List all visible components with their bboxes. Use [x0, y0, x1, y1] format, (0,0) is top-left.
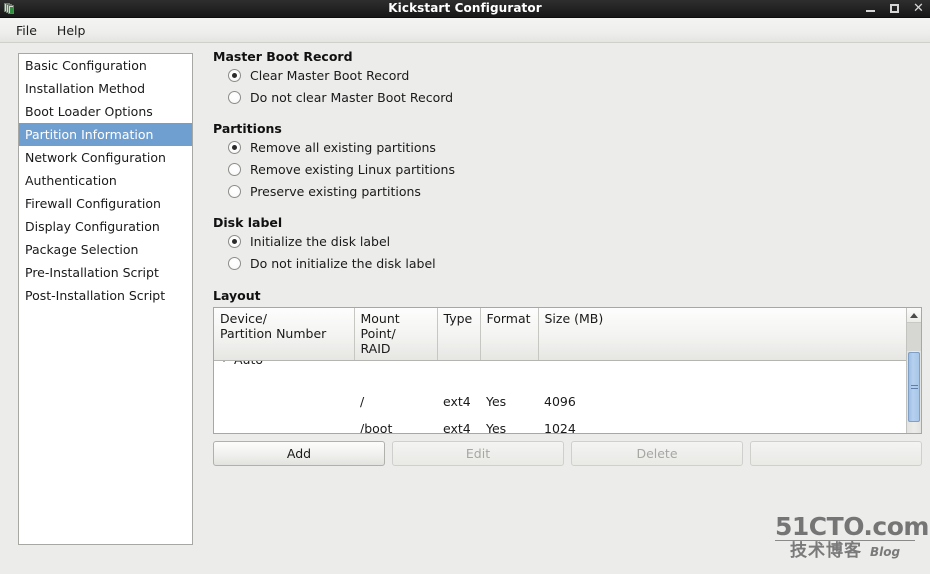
- title-bar: Kickstart Configurator ✕: [0, 0, 930, 18]
- group-row-cell: Auto: [214, 360, 906, 388]
- radio-remove-linux-partitions[interactable]: Remove existing Linux partitions: [213, 158, 922, 180]
- menu-file[interactable]: File: [8, 21, 45, 40]
- minimize-icon[interactable]: [865, 3, 876, 14]
- table-row[interactable]: / ext4 Yes 4096: [214, 388, 906, 415]
- cell-device: [214, 388, 354, 415]
- cell-device: [214, 415, 354, 433]
- sidebar-item-authentication[interactable]: Authentication: [19, 169, 192, 192]
- radio-preserve-partitions[interactable]: Preserve existing partitions: [213, 180, 922, 202]
- cell-mount: /: [354, 388, 437, 415]
- table-row[interactable]: /boot ext4 Yes 1024: [214, 415, 906, 433]
- radio-clear-mbr[interactable]: Clear Master Boot Record: [213, 64, 922, 86]
- window-title: Kickstart Configurator: [388, 1, 542, 15]
- radio-indicator: [228, 234, 241, 248]
- disk-label-section-title: Disk label: [213, 215, 283, 230]
- table-vertical-scrollbar[interactable]: [906, 308, 921, 433]
- partition-information-panel: Master Boot Record Clear Master Boot Rec…: [213, 49, 922, 574]
- group-row-label: Auto: [234, 361, 263, 368]
- mbr-section-title: Master Boot Record: [213, 49, 353, 64]
- cell-type: ext4: [437, 415, 480, 433]
- sidebar-item-post-installation-script[interactable]: Post-Installation Script: [19, 284, 192, 307]
- documents-icon: [2, 1, 18, 16]
- scrollbar-track[interactable]: [907, 323, 921, 351]
- radio-indicator: [228, 68, 241, 82]
- table-group-row-auto[interactable]: Auto: [214, 360, 906, 388]
- edit-button: Edit: [392, 441, 564, 466]
- partition-table: Device/ Partition Number Mount Point/ RA…: [213, 307, 922, 434]
- radio-label: Initialize the disk label: [250, 233, 391, 249]
- window-controls: ✕: [865, 0, 924, 17]
- cell-size: 1024: [538, 415, 906, 433]
- scroll-up-arrow-icon[interactable]: [907, 308, 921, 323]
- close-icon[interactable]: ✕: [913, 2, 924, 15]
- sidebar-item-boot-loader-options[interactable]: Boot Loader Options: [19, 100, 192, 123]
- main-area: Basic Configuration Installation Method …: [0, 43, 930, 574]
- radio-initialize-disk-label[interactable]: Initialize the disk label: [213, 230, 922, 252]
- column-header-format[interactable]: Format: [480, 308, 539, 361]
- sidebar-item-firewall-configuration[interactable]: Firewall Configuration: [19, 192, 192, 215]
- partitions-section-title: Partitions: [213, 121, 282, 136]
- scrollbar-thumb[interactable]: [908, 352, 920, 422]
- cell-format: Yes: [480, 415, 538, 433]
- layout-table-wrapper: Device/ Partition Number Mount Point/ RA…: [213, 307, 922, 466]
- partition-table-viewport: Device/ Partition Number Mount Point/ RA…: [214, 308, 906, 433]
- maximize-icon[interactable]: [889, 3, 900, 14]
- column-header-mount-point[interactable]: Mount Point/ RAID: [354, 308, 438, 361]
- column-header-type[interactable]: Type: [437, 308, 481, 361]
- menu-help[interactable]: Help: [49, 21, 94, 40]
- radio-label: Remove existing Linux partitions: [250, 161, 455, 177]
- grip-icon: [910, 383, 918, 391]
- sidebar-item-package-selection[interactable]: Package Selection: [19, 238, 192, 261]
- cell-mount: /boot: [354, 415, 437, 433]
- add-button[interactable]: Add: [213, 441, 385, 466]
- fourth-button: [750, 441, 922, 466]
- cell-size: 4096: [538, 388, 906, 415]
- radio-do-not-clear-mbr[interactable]: Do not clear Master Boot Record: [213, 86, 922, 108]
- radio-remove-all-partitions[interactable]: Remove all existing partitions: [213, 136, 922, 158]
- sidebar-item-installation-method[interactable]: Installation Method: [19, 77, 192, 100]
- cell-type: ext4: [437, 388, 480, 415]
- sidebar-item-basic-configuration[interactable]: Basic Configuration: [19, 54, 192, 77]
- radio-indicator: [228, 184, 241, 198]
- radio-label: Clear Master Boot Record: [250, 67, 410, 83]
- radio-indicator: [228, 256, 241, 270]
- radio-indicator: [228, 140, 241, 154]
- sidebar-item-display-configuration[interactable]: Display Configuration: [19, 215, 192, 238]
- cell-format: Yes: [480, 388, 538, 415]
- chevron-down-icon[interactable]: [220, 360, 228, 362]
- layout-section-title: Layout: [213, 288, 261, 303]
- delete-button: Delete: [571, 441, 743, 466]
- radio-label: Do not clear Master Boot Record: [250, 89, 454, 105]
- sidebar-item-network-configuration[interactable]: Network Configuration: [19, 146, 192, 169]
- radio-label: Remove all existing partitions: [250, 139, 436, 155]
- sidebar-item-partition-information[interactable]: Partition Information: [19, 123, 192, 146]
- sidebar-nav: Basic Configuration Installation Method …: [18, 53, 193, 545]
- radio-indicator: [228, 162, 241, 176]
- layout-action-buttons: Add Edit Delete: [213, 441, 922, 466]
- radio-label: Preserve existing partitions: [250, 183, 421, 199]
- column-header-size[interactable]: Size (MB): [538, 308, 906, 361]
- radio-label: Do not initialize the disk label: [250, 255, 436, 271]
- menu-bar: File Help: [0, 18, 930, 43]
- radio-indicator: [228, 90, 241, 104]
- column-header-device[interactable]: Device/ Partition Number: [214, 308, 355, 361]
- table-header-row: Device/ Partition Number Mount Point/ RA…: [214, 308, 906, 361]
- sidebar-item-pre-installation-script[interactable]: Pre-Installation Script: [19, 261, 192, 284]
- radio-do-not-initialize-disk-label[interactable]: Do not initialize the disk label: [213, 252, 922, 274]
